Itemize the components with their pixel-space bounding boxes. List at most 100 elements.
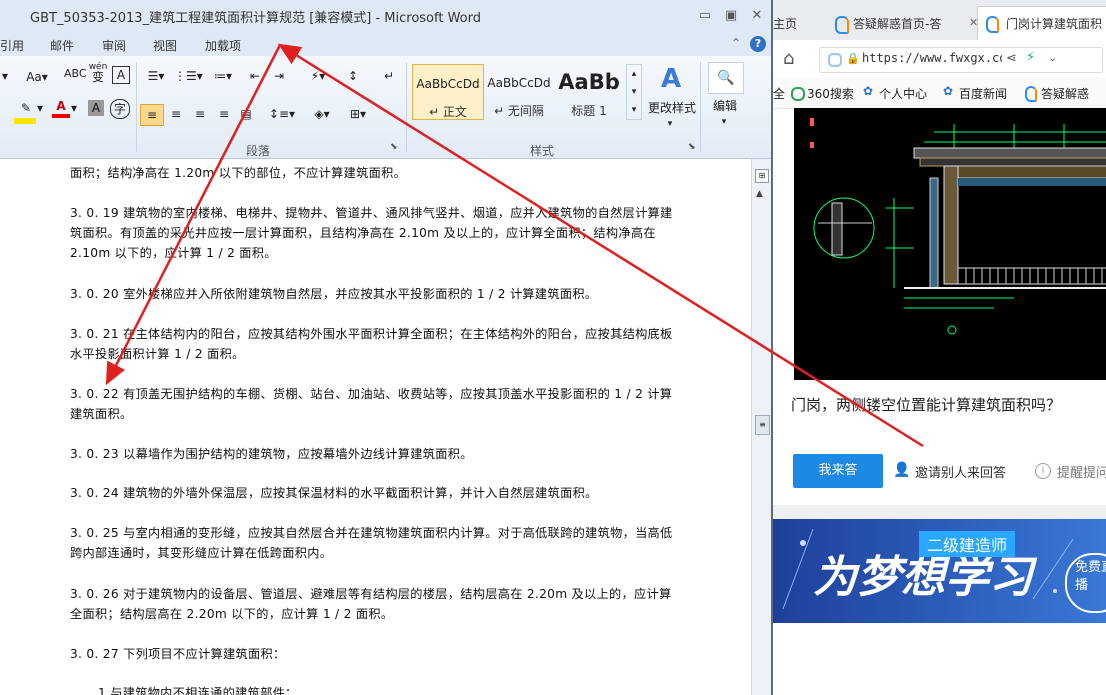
scroll-up-icon[interactable]: ▲ (756, 189, 763, 199)
character-shading-button[interactable]: A (88, 100, 104, 116)
page-bottom (773, 623, 1106, 695)
style-sample: AaBb (558, 70, 620, 94)
document-body[interactable]: 面积；结构净高在 1.20m 以下的部位，不应计算建筑面积。 3. 0. 19 … (0, 159, 751, 695)
highlight-arrow-icon[interactable]: ▾ (36, 98, 44, 118)
editing-arrow-icon[interactable]: ▾ (716, 112, 732, 132)
list-item: 1 与建筑物内不相连通的建筑部件； (98, 686, 298, 695)
shield-icon (828, 53, 842, 67)
font-size-arrow-icon[interactable]: ▾ (0, 66, 10, 86)
bookmark-personal-center[interactable]: 个人中心 (879, 85, 927, 102)
change-case-button[interactable]: Aa▾ (22, 66, 52, 88)
tab-home[interactable]: 主页 (773, 8, 823, 40)
ribbon-collapse-icon[interactable]: ⌃ (731, 36, 741, 50)
tab-active[interactable]: 门岗计算建筑面积 (977, 6, 1106, 41)
increase-indent-icon[interactable]: ⇥ (270, 66, 288, 86)
section-divider (773, 505, 1106, 519)
tab-review[interactable]: 审阅 (102, 37, 126, 54)
style-normal[interactable]: AaBbCcDd ↵ 正文 (412, 64, 484, 120)
address-bar[interactable]: 🔒 https://www.fwxgx.co ⋖ ⚡ ⌄ (819, 47, 1103, 73)
character-border-button[interactable]: A (112, 66, 130, 84)
paragraph-3-0-19: 3. 0. 19 建筑物的室内楼梯、电梯井、提物井、管道井、通风排气竖井、烟道，… (70, 206, 673, 260)
bullets-icon[interactable]: ☰▾ (144, 66, 168, 86)
dropdown-icon[interactable]: ⌄ (1048, 51, 1057, 64)
word-titlebar: GBT_50353-2013_建筑工程建筑面积计算规范 [兼容模式] - Mic… (0, 0, 771, 32)
ad-circle-text: 免费直播 (1075, 560, 1106, 593)
shading-icon[interactable]: ◈▾ (308, 104, 336, 124)
tab-favicon-icon (986, 16, 999, 33)
share-icon[interactable]: ⋖ (1006, 51, 1017, 66)
bookmark-item[interactable]: 全 (773, 85, 785, 102)
font-color-button[interactable]: A (52, 98, 70, 118)
cad-drawing-image[interactable] (794, 108, 1106, 380)
borders-icon[interactable]: ⊞▾ (344, 104, 372, 124)
ribbon-tab-bar: 引用 邮件 审阅 视图 加载项 ⌃ ? (0, 32, 771, 56)
help-icon[interactable]: ? (750, 36, 766, 52)
paragraph-3-0-21: 3. 0. 21 在主体结构内的阳台，应按其结构外围水平面积计算全面积；在主体结… (70, 327, 673, 361)
answer-button[interactable]: 我来答 (793, 454, 883, 488)
line-spacing-icon[interactable]: ↕≡▾ (268, 104, 296, 124)
ruler-toggle-icon[interactable]: ⊞ (755, 169, 769, 183)
numbering-icon[interactable]: ⋮☰▾ (174, 66, 203, 86)
tab-favicon-icon (835, 16, 849, 34)
bookmark-qa[interactable]: 答疑解惑 (1041, 85, 1089, 102)
home-icon[interactable]: ⌂ (783, 48, 794, 69)
highlight-icon[interactable]: ✎ (16, 98, 36, 118)
sort-icon[interactable]: ↕ (342, 66, 364, 86)
multilevel-list-icon[interactable]: ≔▾ (210, 66, 236, 86)
align-left-button[interactable]: ≡ (140, 104, 164, 126)
decrease-indent-icon[interactable]: ⇤ (246, 66, 264, 86)
spell-icon[interactable]: ABC (64, 64, 87, 84)
styles-scroll-icon[interactable]: ▴ ▾ ▾ (626, 64, 642, 120)
style-no-spacing[interactable]: AaBbCcDd ↵ 无间隔 (484, 64, 554, 118)
paragraph-3-0-26: 3. 0. 26 对于建筑物内的设备层、管道层、避难层等有结构层的楼层，结构层高… (70, 587, 672, 621)
ad-badge: 二级建造师 (919, 531, 1016, 557)
address-bar-row: ⌂ 🔒 https://www.fwxgx.co ⋖ ⚡ ⌄ (773, 40, 1106, 79)
tab-references[interactable]: 引用 (0, 37, 24, 54)
word-window: GBT_50353-2013_建筑工程建筑面积计算规范 [兼容模式] - Mic… (0, 0, 771, 695)
style-heading1[interactable]: AaBb 标题 1 (556, 64, 622, 118)
change-styles-arrow-icon[interactable]: ▾ (662, 114, 678, 134)
style-name: ↵ 正文 (429, 105, 467, 119)
chinese-layout-icon[interactable]: ⚡▾ (304, 66, 332, 86)
paragraph-3-0-22: 3. 0. 22 有顶盖无围护结构的车棚、货棚、站台、加油站、收费站等，应按其顶… (70, 387, 673, 421)
paragraph-dialog-launcher[interactable]: ⬊ (390, 142, 398, 152)
change-styles-icon[interactable]: A (648, 62, 694, 96)
tab-addins[interactable]: 加载项 (205, 37, 241, 54)
font-color-arrow-icon[interactable]: ▾ (70, 98, 78, 118)
tab-mailings[interactable]: 邮件 (50, 37, 74, 54)
remind-question-link[interactable]: 提醒提问 (1057, 462, 1106, 481)
minimize-button[interactable]: ▭ (694, 6, 716, 26)
paragraph: 面积；结构净高在 1.20m 以下的部位，不应计算建筑面积。 (70, 166, 407, 180)
search-360-icon (791, 87, 805, 101)
find-icon[interactable]: 🔍 (708, 62, 744, 94)
bookmark-360-search[interactable]: 360搜索 (807, 85, 854, 102)
lock-icon: 🔒 (846, 52, 860, 65)
question-title[interactable]: 门岗，两侧镂空位置能计算建筑面积吗？ (791, 394, 1061, 415)
paragraph-3-0-20: 3. 0. 20 室外楼梯应并入所依附建筑物自然层，并应按其水平投影面积的 1 … (70, 287, 598, 301)
align-right-button[interactable]: ≡ (190, 104, 210, 124)
ad-banner[interactable]: 为梦想学习 二级建造师 免费直播 (773, 519, 1106, 623)
paragraph-group-label: 段落 (246, 144, 271, 158)
invite-answer-link[interactable]: 邀请别人来回答 (915, 462, 1006, 481)
styles-dialog-launcher[interactable]: ⬊ (688, 142, 696, 152)
url-text[interactable]: https://www.fwxgx.co (862, 51, 1002, 65)
style-name: ↵ 无间隔 (494, 104, 544, 118)
align-center-button[interactable]: ≡ (166, 104, 186, 124)
close-button[interactable]: ✕ (746, 6, 768, 26)
enclose-characters-button[interactable]: 字 (110, 99, 130, 119)
show-marks-icon[interactable]: ↵ (380, 66, 398, 86)
cad-drawing-svg (810, 118, 1106, 335)
pinyin-guide-button[interactable]: wén 变 (88, 62, 108, 83)
tab-qa-home[interactable]: 答疑解惑首页-答 (853, 8, 973, 40)
paragraph-3-0-25: 3. 0. 25 与室内相通的变形缝，应按其自然层合并在建筑物建筑面积内计算。对… (70, 526, 673, 560)
lightning-icon[interactable]: ⚡ (1026, 50, 1035, 65)
browser-tab-bar: 主页 答疑解惑首页-答 ✕ 门岗计算建筑面积 (773, 0, 1106, 41)
bookmark-baidu-news[interactable]: 百度新闻 (959, 85, 1007, 102)
tab-view[interactable]: 视图 (153, 37, 177, 54)
justify-button[interactable]: ≡ (214, 104, 234, 124)
vertical-scrollbar[interactable]: ⊞ ▲ ≡ (751, 159, 771, 695)
restore-button[interactable]: ▣ (720, 6, 742, 26)
scroll-thumb[interactable]: ≡ (755, 415, 770, 435)
paw-icon: ✿ (863, 84, 874, 98)
distributed-button[interactable]: ▤ (236, 104, 256, 124)
